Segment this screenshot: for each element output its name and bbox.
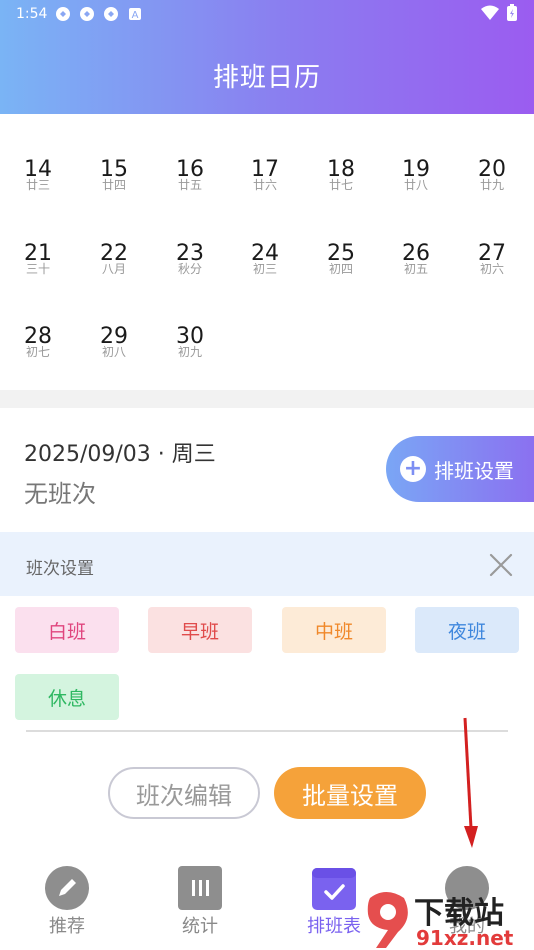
tab-recommend[interactable]: 推荐 — [22, 866, 112, 938]
shift-status: 无班次 — [24, 480, 96, 508]
divider — [26, 730, 508, 732]
plus-icon: + — [400, 456, 426, 482]
app-notification-icon — [56, 7, 71, 21]
header: 1:54 A 排班日历 — [0, 0, 534, 114]
calendar-day[interactable]: 27 初六 — [462, 242, 522, 302]
status-icons — [480, 4, 518, 22]
calendar-day[interactable]: 21 三十 — [8, 242, 68, 302]
watermark-logo: 下载站 91xz.net — [364, 888, 534, 950]
lunar-date: 廿六 — [252, 178, 277, 192]
shift-chip[interactable]: 中班 — [282, 607, 386, 653]
shift-chip[interactable]: 白班 — [15, 607, 119, 653]
calendar-day[interactable]: 25 初四 — [311, 242, 371, 302]
status-time: 1:54 — [16, 6, 48, 22]
shift-settings-bar: 班次设置 — [0, 532, 534, 596]
shift-settings-label: 班次设置 — [26, 559, 94, 579]
batch-settings-button[interactable]: 批量设置 — [274, 767, 426, 819]
lunar-date: 廿五 — [177, 178, 202, 192]
calendar-day[interactable]: 23 秋分 — [160, 242, 220, 302]
calendar-day[interactable]: 30 初九 — [160, 325, 220, 385]
tab-label: 统计 — [182, 916, 218, 937]
page-title: 排班日历 — [212, 63, 321, 93]
pencil-icon — [45, 866, 89, 910]
calendar-day[interactable]: 18 廿七 — [311, 158, 371, 218]
calendar-day[interactable]: 14 廿三 — [8, 158, 68, 218]
calendar-day[interactable]: 26 初五 — [386, 242, 446, 302]
calendar-day[interactable]: 28 初七 — [8, 325, 68, 385]
app-notification-icon — [104, 7, 119, 21]
calendar-day[interactable]: 24 初三 — [235, 242, 295, 302]
status-bar: 1:54 A — [16, 5, 143, 23]
calendar-day[interactable]: 22 八月 — [84, 242, 144, 302]
calendar-day[interactable]: 15 廿四 — [84, 158, 144, 218]
calendar-grid: 14 廿三 15 廿四 16 廿五 17 廿六 18 廿七 19 廿八 20 廿九 21 三十 22 八月 23 秋分… — [0, 114, 534, 390]
schedule-settings-button[interactable]: + 排班设置 — [386, 436, 534, 502]
stats-icon — [178, 866, 222, 910]
edit-shifts-button[interactable]: 班次编辑 — [108, 767, 260, 819]
section-divider — [0, 390, 534, 408]
lunar-date: 廿四 — [101, 178, 126, 192]
tab-label: 推荐 — [49, 916, 85, 937]
lunar-date: 廿七 — [328, 178, 353, 192]
watermark-site: 91xz.net — [416, 926, 514, 950]
calendar-day[interactable]: 16 廿五 — [160, 158, 220, 218]
shift-chip[interactable]: 夜班 — [415, 607, 519, 653]
selected-date-panel: 2025/09/03 · 周三 无班次 + 排班设置 — [0, 408, 534, 532]
lunar-date: 八月 — [101, 262, 126, 276]
lunar-date: 廿九 — [479, 178, 504, 192]
shift-chip[interactable]: 早班 — [148, 607, 252, 653]
schedule-settings-label: 排班设置 — [434, 458, 514, 483]
app-notification-icon — [80, 7, 95, 21]
close-icon[interactable] — [486, 550, 516, 580]
tab-stats[interactable]: 统计 — [155, 866, 245, 938]
calendar-check-icon — [312, 868, 356, 910]
lunar-date: 廿八 — [403, 178, 428, 192]
lunar-date: 初八 — [101, 345, 126, 359]
lunar-date: 初七 — [25, 345, 50, 359]
lunar-date: 初六 — [479, 262, 504, 276]
a-letter-icon: A — [129, 8, 142, 21]
lunar-date: 初四 — [328, 262, 353, 276]
calendar-day[interactable]: 17 廿六 — [235, 158, 295, 218]
lunar-date: 三十 — [25, 262, 50, 276]
lunar-date: 初九 — [177, 345, 202, 359]
battery-icon — [507, 4, 517, 21]
selected-date: 2025/09/03 · 周三 — [24, 442, 216, 467]
wifi-icon — [481, 5, 499, 20]
calendar-day[interactable]: 20 廿九 — [462, 158, 522, 218]
lunar-date: 初三 — [252, 262, 277, 276]
shift-chip[interactable]: 休息 — [15, 674, 119, 720]
svg-text:A: A — [132, 10, 139, 21]
lunar-date: 初五 — [403, 262, 428, 276]
lunar-date: 廿三 — [25, 178, 50, 192]
calendar-day[interactable]: 29 初八 — [84, 325, 144, 385]
lunar-date: 秋分 — [177, 262, 202, 276]
calendar-day[interactable]: 19 廿八 — [386, 158, 446, 218]
